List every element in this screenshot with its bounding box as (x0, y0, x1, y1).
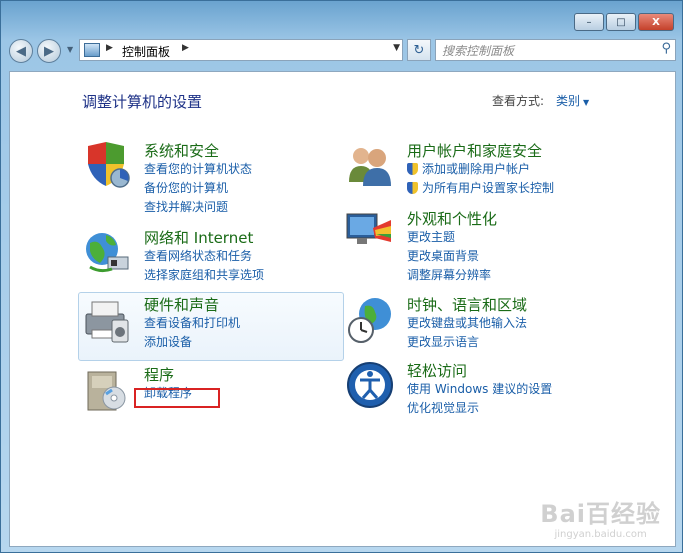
category-title[interactable]: 外观和个性化 (407, 208, 497, 229)
minimize-button[interactable]: – (574, 13, 604, 31)
watermark-logo: Bai百经验 (540, 500, 661, 528)
monitor-palette-icon (346, 213, 391, 244)
breadcrumb-control-panel[interactable]: 控制面板 (122, 43, 170, 60)
search-input[interactable] (440, 42, 644, 60)
clock-globe-icon (348, 298, 391, 343)
link-change-keyboard[interactable]: 更改键盘或其他输入法 (407, 314, 527, 333)
forward-button[interactable]: ▶ (37, 39, 61, 63)
view-by-dropdown[interactable]: 类别 ▼ (556, 92, 589, 109)
link-find-fix-problems[interactable]: 查找并解决问题 (144, 198, 252, 217)
refresh-button[interactable]: ↻ (407, 39, 431, 61)
accessibility-icon (347, 362, 393, 408)
breadcrumb-arrow-icon[interactable]: ▶ (106, 43, 113, 53)
category-title[interactable]: 时钟、语言和区域 (407, 294, 527, 315)
navigation-bar: ◀ ▶ ▼ ▶ 控制面板 ▶ ▼ ↻ ⚲ (9, 37, 676, 65)
watermark-url: jingyan.baidu.com (554, 529, 647, 540)
control-panel-icon (84, 43, 100, 57)
forward-arrow-icon: ▶ (44, 43, 54, 59)
window-controls: – □ X (574, 13, 674, 31)
programs-box-icon (87, 371, 126, 411)
breadcrumb-arrow-icon[interactable]: ▶ (182, 43, 189, 53)
page-title: 调整计算机的设置 (82, 93, 203, 111)
link-change-display-language[interactable]: 更改显示语言 (407, 333, 527, 352)
link-view-network-status[interactable]: 查看网络状态和任务 (144, 247, 264, 266)
category-title[interactable]: 网络和 Internet (144, 227, 253, 248)
view-by-value: 类别 (556, 94, 581, 108)
window-frame: – □ X ◀ ▶ ▼ ▶ 控制面板 ▶ ▼ ↻ ⚲ 调整计算机的设置 查看方式… (0, 0, 683, 553)
link-screen-resolution[interactable]: 调整屏幕分辨率 (407, 266, 491, 285)
link-optimize-visual-display[interactable]: 优化视觉显示 (407, 399, 552, 418)
address-bar[interactable]: ▶ 控制面板 ▶ ▼ (79, 39, 403, 61)
users-icon (349, 148, 391, 186)
maximize-button[interactable]: □ (606, 13, 636, 31)
view-by-label: 查看方式: (492, 94, 545, 108)
network-globe-icon (86, 233, 129, 273)
highlight-box (134, 388, 220, 408)
link-parental-controls[interactable]: 为所有用户设置家长控制 (407, 179, 554, 198)
link-backup-computer[interactable]: 备份您的计算机 (144, 179, 252, 198)
link-add-remove-accounts[interactable]: 添加或删除用户帐户 (407, 160, 554, 179)
printer-icon (85, 301, 129, 343)
link-recommended-settings[interactable]: 使用 Windows 建议的设置 (407, 380, 552, 399)
search-box[interactable]: ⚲ (435, 39, 676, 61)
close-button[interactable]: X (638, 13, 674, 31)
link-change-background[interactable]: 更改桌面背景 (407, 247, 491, 266)
control-panel-content: 调整计算机的设置 查看方式: 类别 ▼ 系统和安全 查看您的计算机状态 备份您的计… (9, 71, 676, 547)
link-devices-printers[interactable]: 查看设备和打印机 (144, 314, 240, 333)
link-homegroup-sharing[interactable]: 选择家庭组和共享选项 (144, 266, 264, 285)
category-title[interactable]: 硬件和声音 (144, 294, 219, 315)
link-view-computer-status[interactable]: 查看您的计算机状态 (144, 160, 252, 179)
category-title[interactable]: 用户帐户和家庭安全 (407, 140, 542, 161)
category-title[interactable]: 程序 (144, 364, 174, 385)
recent-pages-dropdown-icon[interactable]: ▼ (67, 45, 73, 54)
chevron-down-icon: ▼ (583, 98, 590, 107)
link-add-device[interactable]: 添加设备 (144, 333, 240, 352)
link-change-theme[interactable]: 更改主题 (407, 228, 491, 247)
category-title[interactable]: 轻松访问 (407, 360, 467, 381)
search-icon[interactable]: ⚲ (661, 41, 671, 56)
address-dropdown-icon[interactable]: ▼ (393, 43, 400, 53)
back-button[interactable]: ◀ (9, 39, 33, 63)
shield-icon (88, 142, 130, 188)
refresh-icon: ↻ (413, 42, 425, 58)
category-title[interactable]: 系统和安全 (144, 140, 219, 161)
watermark: Bai百经验 jingyan.baidu.com (540, 494, 661, 540)
back-arrow-icon: ◀ (16, 43, 26, 59)
